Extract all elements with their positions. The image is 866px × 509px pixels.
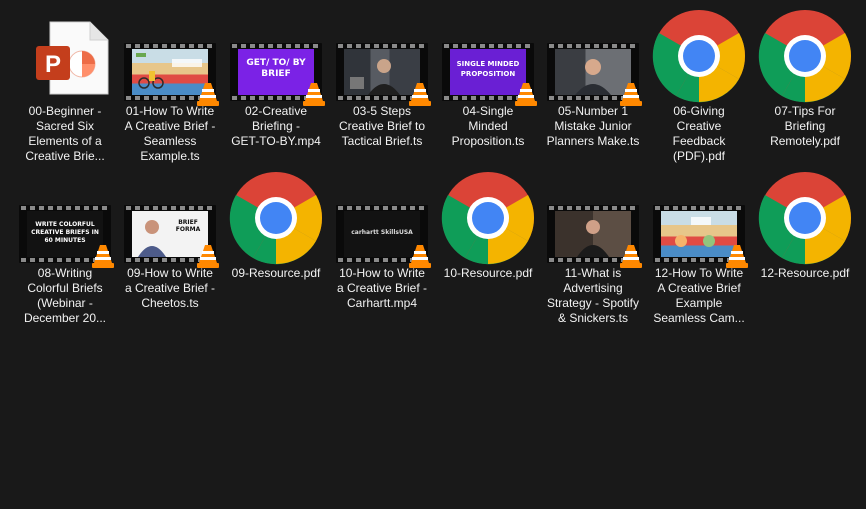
chrome-icon: [758, 172, 852, 265]
video-thumbnail: carhartt SkillsUSA: [329, 170, 435, 268]
file-grid: P 00-Beginner - Sacred Six Elements of a…: [0, 0, 866, 509]
file-name: 05-Number 1 Mistake Junior Planners Make…: [546, 104, 640, 148]
file-name: 08-Writing Colorful Briefs (Webinar - De…: [23, 266, 107, 325]
video-thumbnail: [117, 8, 223, 106]
file-name: 11-What is Advertising Strategy - Spotif…: [546, 266, 640, 325]
file-name: 01-How To Write A Creative Brief - Seaml…: [124, 104, 216, 163]
file-name: 00-Beginner - Sacred Six Elements of a C…: [25, 104, 105, 163]
video-thumbnail: WRITE COLORFUL CREATIVE BRIEFS IN 60 MIN…: [12, 170, 118, 268]
thumbnail-text: SINGLE MINDED PROPOSITION: [456, 60, 520, 78]
thumbnail-text: WRITE COLORFUL CREATIVE BRIEFS IN 60 MIN…: [31, 221, 99, 244]
file-name: 10-How to Write a Creative Brief - Carha…: [336, 266, 428, 310]
chrome-icon: [758, 10, 852, 103]
chrome-icon: [441, 172, 535, 265]
powerpoint-file-icon: P: [12, 8, 118, 104]
video-thumbnail: BRIEF FORMA: [117, 170, 223, 268]
file-name: 03-5 Steps Creative Brief to Tactical Br…: [338, 104, 426, 148]
thumbnail-text: BRIEF FORMA: [175, 219, 201, 233]
pdf-file-icon: [752, 8, 858, 104]
file-name: 10-Resource.pdf: [443, 266, 533, 280]
file-name: 07-Tips For Briefing Remotely.pdf: [770, 104, 840, 148]
thumbnail-text: GET/ TO/ BY BRIEF: [246, 58, 306, 79]
file-name: 09-Resource.pdf: [231, 266, 321, 280]
file-name: 12-Resource.pdf: [760, 266, 850, 280]
chrome-icon: [229, 172, 323, 265]
video-thumbnail: [329, 8, 435, 106]
thumbnail-text: carhartt SkillsUSA: [351, 229, 413, 236]
video-thumbnail: [646, 170, 752, 268]
video-thumbnail: SINGLE MINDED PROPOSITION: [435, 8, 541, 106]
pdf-file-icon: [752, 170, 858, 266]
file-name: 04-Single Minded Proposition.ts: [451, 104, 525, 148]
powerpoint-icon: P: [36, 21, 109, 95]
pdf-file-icon: [435, 170, 541, 266]
video-thumbnail: GET/ TO/ BY BRIEF: [223, 8, 329, 106]
video-thumbnail: [540, 8, 646, 106]
svg-text:P: P: [45, 51, 61, 78]
file-name: 09-How to Write a Creative Brief - Cheet…: [124, 266, 216, 310]
video-thumbnail: [540, 170, 646, 268]
pdf-file-icon: [223, 170, 329, 266]
file-name: 02-Creative Briefing - GET-TO-BY.mp4: [231, 104, 321, 148]
pdf-file-icon: [646, 8, 752, 104]
file-name: 12-How To Write A Creative Brief Example…: [653, 266, 745, 325]
file-name: 06-Giving Creative Feedback (PDF).pdf: [672, 104, 726, 163]
chrome-icon: [652, 10, 746, 103]
